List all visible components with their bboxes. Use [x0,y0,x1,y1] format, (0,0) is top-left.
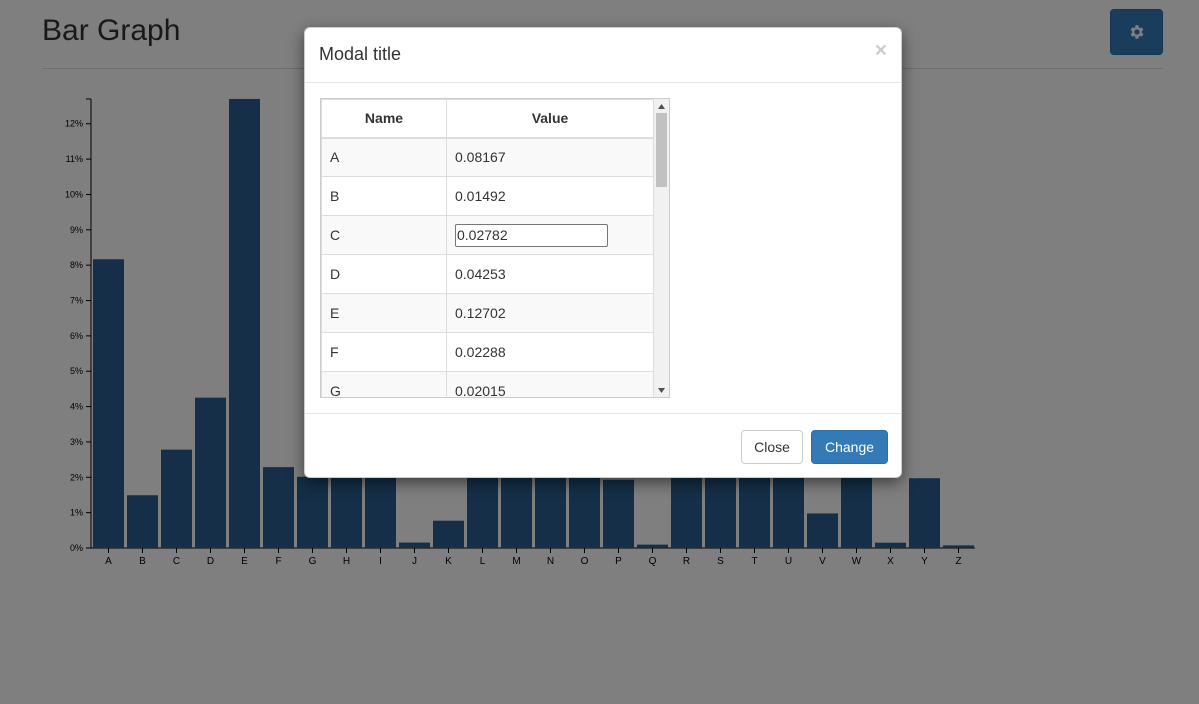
column-header-name: Name [321,99,447,139]
row-name-cell: C [321,215,447,255]
row-value-cell[interactable]: 0.04253 [446,254,654,294]
vertical-scrollbar[interactable] [654,99,669,397]
table-row: C [321,215,654,255]
row-value-cell[interactable]: 0.12702 [446,293,654,333]
modal-header: Modal title × [305,28,901,83]
column-header-value: Value [446,99,654,139]
row-name-cell: F [321,332,447,372]
row-name-cell: B [321,176,447,216]
modal-title: Modal title [319,44,402,64]
row-name-cell: D [321,254,447,294]
row-name-cell: E [321,293,447,333]
close-icon[interactable]: × [875,40,887,61]
row-value-cell[interactable]: 0.01492 [446,176,654,216]
scroll-down-arrow-icon[interactable] [654,383,669,397]
data-table: Name Value A 0.08167 B 0.01492 C 0.02782… [321,99,654,397]
row-value-cell[interactable]: 0.02288 [446,332,654,372]
close-button[interactable]: Close [741,430,803,464]
row-name-cell: A [321,137,447,177]
table-row: G 0.02015 [321,371,654,397]
value-edit-input[interactable] [455,223,608,247]
table-row: F 0.02288 [321,332,654,372]
scroll-up-arrow-icon[interactable] [654,99,669,113]
modal-dialog: Modal title × Name Value A 0.08167 B 0.0… [304,27,902,478]
row-value-cell[interactable]: 0.08167 [446,137,654,177]
modal-body: Name Value A 0.08167 B 0.01492 C 0.02782… [320,98,670,398]
data-table-scroll[interactable]: Name Value A 0.08167 B 0.01492 C 0.02782… [320,98,670,398]
row-name-cell: G [321,371,447,397]
row-value-editor-cell [446,215,654,255]
table-row: B 0.01492 [321,176,654,216]
table-row: A 0.08167 [321,137,654,177]
table-header-row: Name Value [321,99,654,139]
scrollbar-thumb[interactable] [656,113,667,187]
table-row: E 0.12702 [321,293,654,333]
table-row: D 0.04253 [321,254,654,294]
row-value-cell[interactable]: 0.02015 [446,371,654,397]
modal-footer: Close Change [305,413,901,478]
change-button[interactable]: Change [811,430,888,464]
